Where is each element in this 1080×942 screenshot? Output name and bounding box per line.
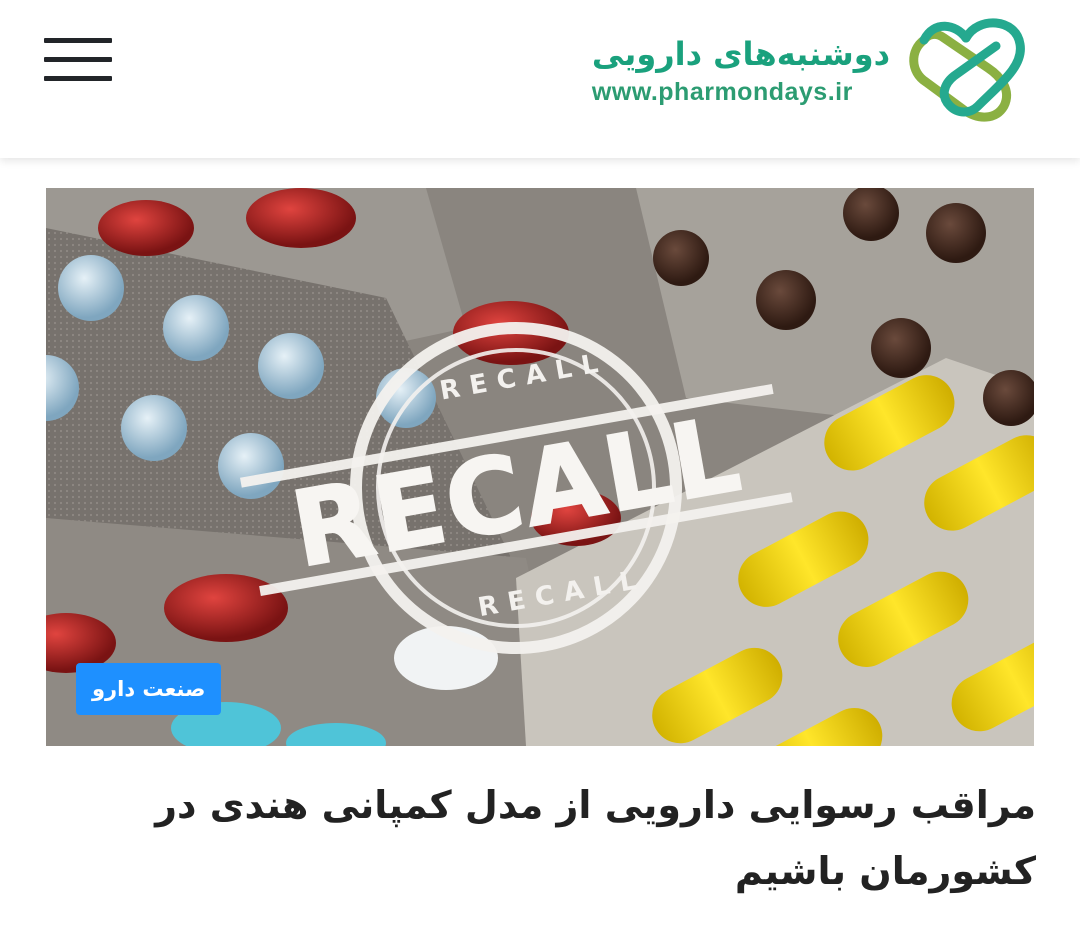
menu-bar bbox=[44, 57, 112, 62]
menu-bar bbox=[44, 76, 112, 81]
brand-text: دوشنبه‌های دارویی www.pharmondays.ir bbox=[592, 32, 890, 108]
brand-url: www.pharmondays.ir bbox=[591, 78, 853, 106]
pharmondays-logo-icon bbox=[909, 18, 1025, 122]
article-title[interactable]: مراقب رسوایی دارویی از مدل کمپانی هندی د… bbox=[90, 772, 1036, 904]
hamburger-menu-icon[interactable] bbox=[44, 38, 112, 82]
brand-name: دوشنبه‌های دارویی bbox=[591, 35, 890, 73]
menu-bar bbox=[44, 38, 112, 43]
site-header: دوشنبه‌های دارویی www.pharmondays.ir bbox=[0, 0, 1080, 158]
page: دوشنبه‌های دارویی www.pharmondays.ir bbox=[0, 0, 1080, 942]
category-badge[interactable]: صنعت دارو bbox=[76, 663, 222, 715]
site-brand[interactable]: دوشنبه‌های دارویی www.pharmondays.ir bbox=[592, 10, 1028, 130]
